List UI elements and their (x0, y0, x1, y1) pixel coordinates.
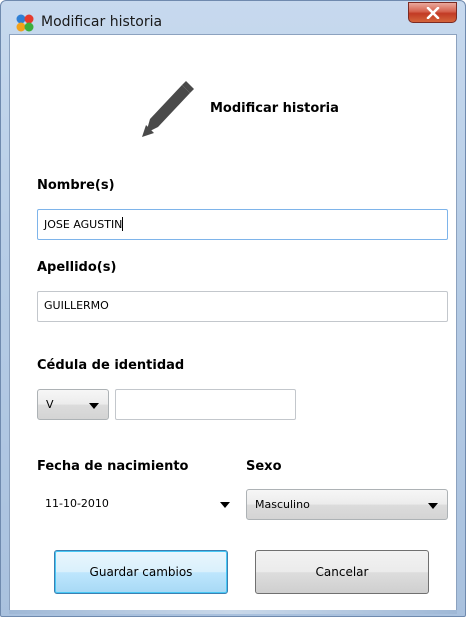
chevron-down-icon (89, 403, 99, 409)
cancel-button[interactable]: Cancelar (255, 550, 429, 594)
nombres-value: JOSE AGUSTIN (44, 218, 123, 231)
cedula-type-value: V (46, 398, 54, 411)
pencil-icon (142, 81, 194, 137)
cedula-field[interactable] (115, 389, 296, 420)
dialog-window: Modificar historia Modificar historia No… (0, 0, 466, 617)
save-button-label: Guardar cambios (89, 565, 193, 579)
fecha-date-picker[interactable]: 11-10-2010 (37, 489, 239, 520)
title-bar[interactable]: Modificar historia (1, 1, 465, 33)
fecha-value: 11-10-2010 (45, 497, 109, 510)
save-button[interactable]: Guardar cambios (54, 550, 228, 594)
close-button[interactable] (408, 2, 457, 23)
dialog-content: Modificar historia Nombre(s) JOSE AGUSTI… (9, 34, 457, 611)
app-icon (16, 14, 34, 32)
fecha-label: Fecha de nacimiento (37, 459, 189, 474)
sexo-value: Masculino (255, 498, 310, 511)
close-icon (426, 6, 439, 19)
nombres-label: Nombre(s) (37, 178, 115, 193)
apellidos-label: Apellido(s) (37, 260, 117, 275)
chevron-down-icon (220, 502, 230, 508)
chevron-down-icon (428, 503, 438, 509)
nombres-field[interactable]: JOSE AGUSTIN (37, 209, 448, 240)
sexo-label: Sexo (246, 459, 282, 474)
window-bottom-edge (9, 610, 457, 614)
window-title: Modificar historia (41, 14, 163, 30)
cedula-type-select[interactable]: V (37, 389, 109, 420)
apellidos-field[interactable]: GUILLERMO (37, 291, 448, 322)
text-caret (122, 217, 124, 231)
cedula-label: Cédula de identidad (37, 358, 185, 373)
cancel-button-label: Cancelar (315, 565, 369, 579)
header-title: Modificar historia (210, 101, 339, 116)
sexo-select[interactable]: Masculino (246, 489, 448, 520)
apellidos-value: GUILLERMO (44, 299, 109, 312)
